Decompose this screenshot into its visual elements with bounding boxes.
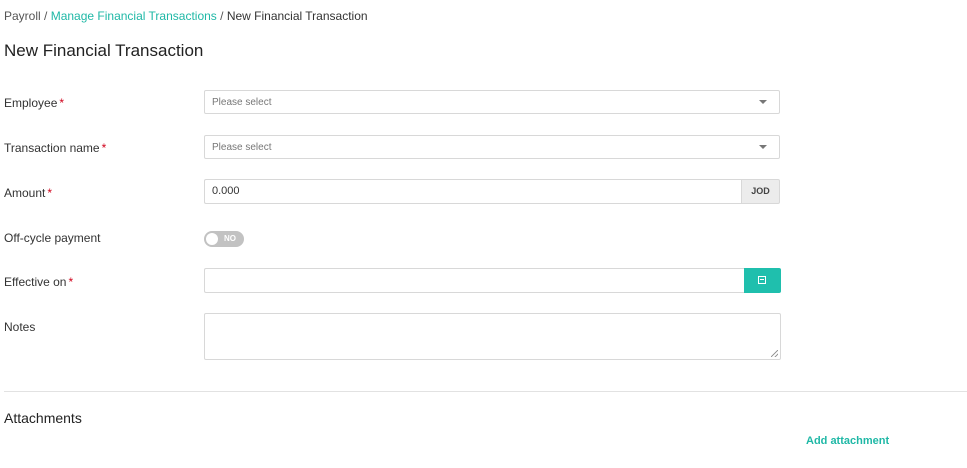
employee-label: Employee * [4, 96, 64, 110]
transaction-name-select[interactable]: Please select [204, 135, 780, 159]
effective-on-label-text: Effective on [4, 275, 67, 289]
transaction-name-select-placeholder: Please select [212, 142, 272, 153]
notes-label: Notes [4, 320, 35, 334]
resize-grip-icon[interactable] [771, 350, 778, 357]
breadcrumb-root[interactable]: Payroll [4, 9, 41, 23]
effective-on-input[interactable] [204, 268, 744, 293]
breadcrumb-separator: / [216, 9, 227, 23]
transaction-name-label: Transaction name * [4, 141, 106, 155]
required-marker: * [68, 275, 74, 289]
effective-on-input-group [204, 268, 781, 293]
off-cycle-payment-label-text: Off-cycle payment [4, 231, 101, 245]
amount-label-text: Amount [4, 186, 46, 200]
amount-input[interactable]: 0.000 [204, 179, 741, 204]
date-picker-button[interactable] [744, 268, 781, 293]
breadcrumb-separator: / [40, 9, 51, 23]
amount-input-group: 0.000 JOD [204, 179, 780, 204]
notes-textarea[interactable] [204, 313, 781, 360]
breadcrumb-current: New Financial Transaction [226, 9, 368, 23]
add-attachment-link[interactable]: Add attachment [806, 435, 889, 447]
employee-label-text: Employee [4, 96, 58, 110]
breadcrumb: Payroll / Manage Financial Transactions … [4, 9, 368, 23]
employee-select-placeholder: Please select [212, 97, 272, 108]
page-title: New Financial Transaction [4, 41, 204, 60]
breadcrumb-manage-financial-transactions[interactable]: Manage Financial Transactions [51, 9, 217, 23]
amount-label: Amount * [4, 186, 52, 200]
section-divider [4, 391, 967, 392]
page: Payroll / Manage Financial Transactions … [0, 0, 967, 468]
caret-down-icon [759, 100, 767, 104]
caret-down-icon [759, 145, 767, 149]
required-marker: * [59, 96, 65, 110]
required-marker: * [47, 186, 53, 200]
off-cycle-payment-label: Off-cycle payment [4, 231, 100, 245]
toggle-knob [206, 233, 218, 245]
transaction-name-label-text: Transaction name [4, 141, 100, 155]
notes-label-text: Notes [4, 320, 36, 334]
toggle-state-text: NO [224, 234, 236, 243]
calendar-icon [758, 276, 766, 284]
required-marker: * [101, 141, 107, 155]
currency-addon: JOD [741, 179, 780, 204]
attachments-title: Attachments [4, 410, 82, 426]
effective-on-label: Effective on * [4, 275, 73, 289]
employee-select[interactable]: Please select [204, 90, 780, 114]
off-cycle-payment-toggle[interactable]: NO [204, 231, 244, 247]
